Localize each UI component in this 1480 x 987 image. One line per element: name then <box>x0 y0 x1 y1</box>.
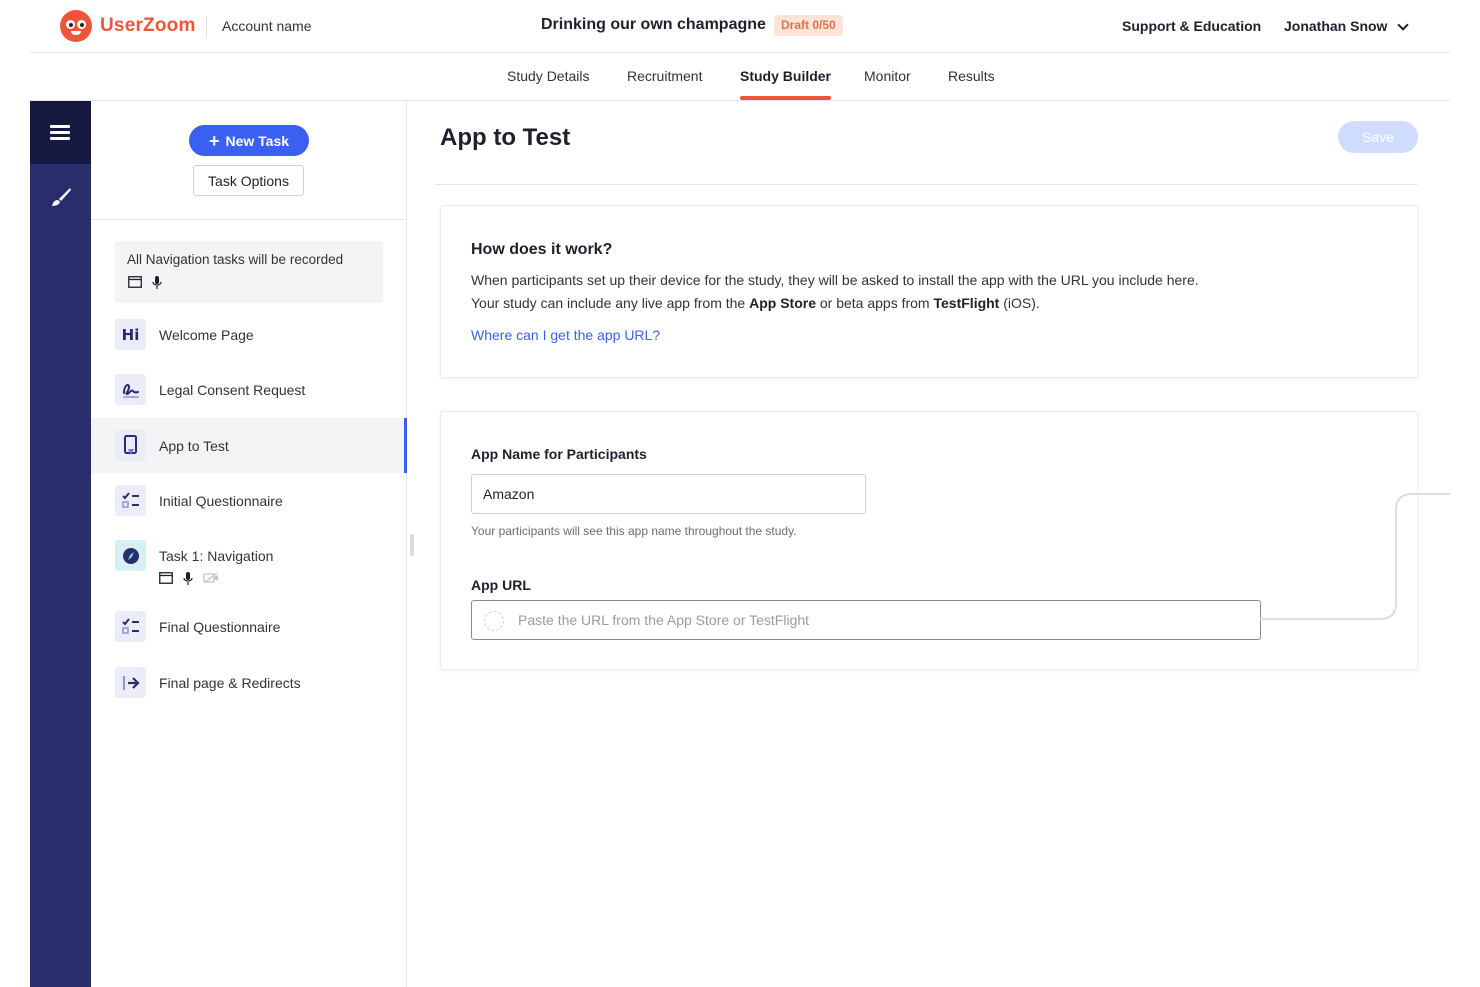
compass-icon <box>115 540 146 571</box>
checklist-icon <box>115 485 146 516</box>
loading-spinner-icon <box>484 611 504 631</box>
app-url-field[interactable] <box>471 600 1261 640</box>
title-divider <box>435 184 1418 185</box>
task-final-page-redirects[interactable]: Final page & Redirects <box>91 655 407 710</box>
app-store-text: App Store <box>749 295 816 311</box>
user-menu[interactable]: Jonathan Snow <box>1284 18 1387 34</box>
task-label: Welcome Page <box>159 326 254 343</box>
screen-icon <box>159 572 173 584</box>
userzoom-logo[interactable]: UserZoom <box>60 10 196 42</box>
task-welcome-page[interactable]: Hi Welcome Page <box>91 307 407 362</box>
app-url-label: App URL <box>471 577 531 593</box>
app-url-input[interactable] <box>508 601 1248 639</box>
study-tabs: Study Details Recruitment Study Builder … <box>30 53 1450 101</box>
task-label: App to Test <box>159 437 229 454</box>
exit-arrow-icon <box>115 667 146 698</box>
top-bar: UserZoom Account name Drinking our own c… <box>30 0 1450 53</box>
screen-icon <box>128 276 142 288</box>
task-navigation[interactable]: Task 1: Navigation <box>91 528 407 598</box>
how-it-works-card: How does it work? When participants set … <box>440 205 1418 378</box>
task-label: Final Questionnaire <box>159 618 281 635</box>
info-line-2-suffix: (iOS). <box>999 295 1040 311</box>
task-panel: + New Task Task Options All Navigation t… <box>91 101 407 987</box>
info-line-2: Your study can include any live app from… <box>471 295 1040 311</box>
task-app-to-test[interactable]: App to Test <box>91 418 407 473</box>
save-button[interactable]: Save <box>1338 121 1418 153</box>
tab-study-builder[interactable]: Study Builder <box>740 68 831 84</box>
app-name-helper: Your participants will see this app name… <box>471 524 797 538</box>
microphone-icon <box>183 572 193 585</box>
study-title: Drinking our own champagne <box>541 16 766 33</box>
task-label: Final page & Redirects <box>159 674 301 691</box>
plus-icon: + <box>208 130 220 151</box>
navigation-recording-note: All Navigation tasks will be recorded <box>115 241 383 303</box>
active-tab-indicator <box>740 96 831 100</box>
owl-logo-icon <box>60 10 92 42</box>
info-line-2-prefix: Your study can include any live app from… <box>471 295 750 311</box>
task-label: Legal Consent Request <box>159 381 306 398</box>
task-label: Initial Questionnaire <box>159 492 283 509</box>
page-title: App to Test <box>440 124 571 151</box>
nav-note-text: All Navigation tasks will be recorded <box>127 252 344 267</box>
tab-study-details[interactable]: Study Details <box>507 68 589 84</box>
hi-icon: Hi <box>115 319 146 350</box>
app-name-input[interactable] <box>471 474 866 514</box>
chevron-down-icon[interactable] <box>1397 19 1409 31</box>
microphone-icon <box>152 276 162 289</box>
brush-icon[interactable] <box>50 186 72 208</box>
info-line-2-mid: or beta apps from <box>815 295 934 311</box>
task-label: Task 1: Navigation <box>159 548 274 564</box>
checklist-icon <box>115 611 146 642</box>
task-initial-questionnaire[interactable]: Initial Questionnaire <box>91 473 407 528</box>
support-education-link[interactable]: Support & Education <box>1122 18 1261 34</box>
connector-line <box>1260 493 1450 620</box>
task-legal-consent[interactable]: Legal Consent Request <box>91 362 407 417</box>
phone-icon <box>115 430 146 461</box>
panel-resize-handle[interactable] <box>410 534 414 556</box>
list-icon <box>50 125 70 141</box>
left-rail <box>30 101 91 987</box>
info-heading: How does it work? <box>471 241 613 258</box>
signature-icon <box>115 374 146 405</box>
rail-item-tasks[interactable] <box>30 101 91 164</box>
tab-monitor[interactable]: Monitor <box>864 68 911 84</box>
camera-off-icon <box>203 572 218 584</box>
draft-badge: Draft 0/50 <box>774 15 843 36</box>
account-name[interactable]: Account name <box>222 18 312 34</box>
testflight-text: TestFlight <box>933 295 1000 311</box>
tab-recruitment[interactable]: Recruitment <box>627 68 702 84</box>
brand-name: UserZoom <box>100 15 196 36</box>
app-name-label: App Name for Participants <box>471 446 647 462</box>
new-task-label: New Task <box>225 132 290 149</box>
tab-results[interactable]: Results <box>948 68 995 84</box>
info-line-1: When participants set up their device fo… <box>471 272 1199 288</box>
panel-divider <box>91 219 407 220</box>
task-final-questionnaire[interactable]: Final Questionnaire <box>91 599 407 654</box>
app-url-help-link[interactable]: Where can I get the app URL? <box>471 327 660 343</box>
new-task-button[interactable]: + New Task <box>189 125 309 156</box>
task-options-button[interactable]: Task Options <box>193 165 304 196</box>
header-divider <box>206 16 207 38</box>
